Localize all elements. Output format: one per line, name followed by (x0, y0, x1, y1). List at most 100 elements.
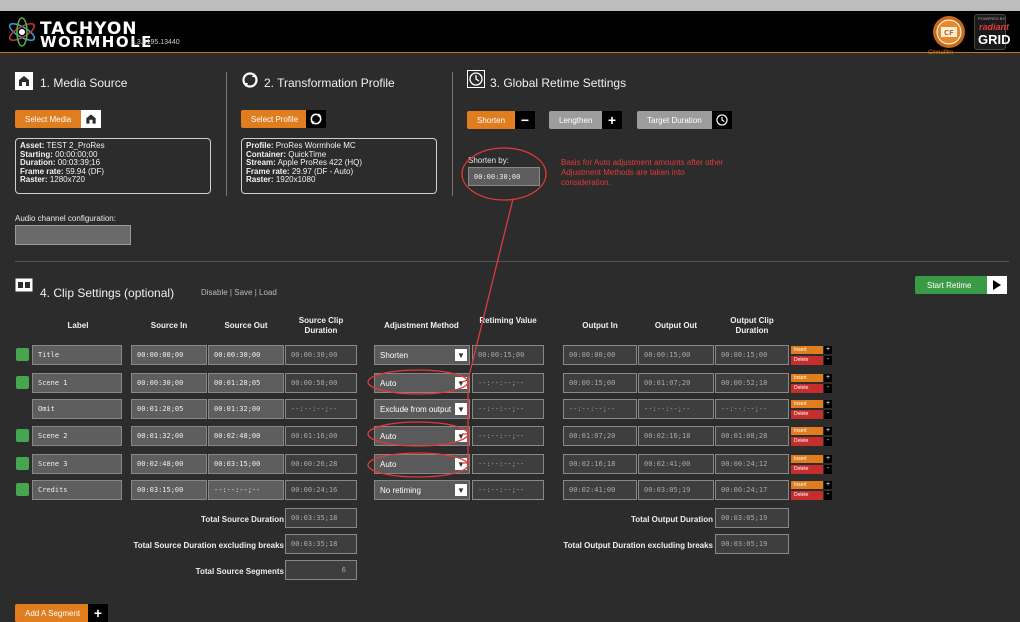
row-retiming-value[interactable]: --:--:--;-- (472, 399, 544, 419)
row-adjustment-select[interactable]: Exclude from output ▼ (374, 399, 470, 419)
row-source-in[interactable]: 00:01:28;05 (131, 399, 207, 419)
row-source-in[interactable]: 00:01:32;00 (131, 426, 207, 446)
row-retiming-value[interactable]: --:--:--;-- (472, 373, 544, 393)
disable-link[interactable]: Disable (201, 288, 228, 297)
row-source-out[interactable]: 00:00:30;00 (208, 345, 284, 365)
row-adjustment-select[interactable]: Auto ▼ (374, 426, 470, 446)
row-retiming-value[interactable]: --:--:--;-- (472, 454, 544, 474)
row-label-input[interactable]: Scene 2 (32, 426, 122, 446)
plus-icon[interactable]: + (824, 481, 832, 489)
row-insert-button[interactable]: Insert (791, 427, 823, 435)
chevron-down-icon: ▼ (455, 484, 467, 496)
row-adjustment-select[interactable]: Auto ▼ (374, 373, 470, 393)
row-label-input[interactable]: Credits (32, 480, 122, 500)
row-enable-checkbox[interactable] (16, 483, 29, 496)
plus-icon: + (88, 604, 108, 622)
row-insert-button[interactable]: Insert (791, 400, 823, 408)
chevron-down-icon: ▼ (455, 458, 467, 470)
row-insert-button[interactable]: Insert (791, 481, 823, 489)
row-enable-checkbox[interactable] (16, 376, 29, 389)
row-label-input[interactable]: Omit (32, 399, 122, 419)
link-separator: | (229, 288, 232, 297)
audio-config-input[interactable] (15, 225, 131, 245)
row-output-out: 00:00:15;00 (638, 345, 714, 365)
target-duration-label: Target Duration (647, 115, 702, 125)
row-source-out[interactable]: 00:01:28;05 (208, 373, 284, 393)
row-output-out: 00:02:41;00 (638, 454, 714, 474)
house-icon (81, 110, 101, 128)
profile-raster-label: Raster: (246, 175, 274, 184)
add-segment-button[interactable]: Add A Segment + (15, 604, 108, 622)
minus-icon[interactable]: - (824, 465, 832, 474)
row-retiming-value[interactable]: --:--:--;-- (472, 426, 544, 446)
minus-icon[interactable]: - (824, 437, 832, 446)
col-source-clip-duration: Source Clip Duration (298, 316, 344, 335)
row-delete-button[interactable]: Delete (791, 356, 823, 365)
row-output-out: 00:02:16;18 (638, 426, 714, 446)
row-enable-checkbox[interactable] (16, 457, 29, 470)
shorten-by-input[interactable]: 00:00:30;00 (468, 167, 540, 186)
row-enable-checkbox[interactable] (16, 348, 29, 361)
play-icon (987, 276, 1007, 294)
row-delete-button[interactable]: Delete (791, 384, 823, 393)
row-label-input[interactable]: Title (32, 345, 122, 365)
row-insert-button[interactable]: Insert (791, 455, 823, 463)
minus-icon[interactable]: - (824, 384, 832, 393)
col-adjustment-method: Adjustment Method (384, 321, 459, 330)
media-raster-label: Raster: (20, 175, 48, 184)
plus-icon[interactable]: + (824, 374, 832, 382)
plus-icon[interactable]: + (824, 400, 832, 408)
plus-icon[interactable]: + (824, 455, 832, 463)
row-insert-button[interactable]: Insert (791, 346, 823, 354)
retime-annotation: Basis for Auto adjustment amounts after … (561, 158, 724, 187)
row-output-in: 00:02:41;00 (563, 480, 637, 500)
row-source-in[interactable]: 00:00:30;00 (131, 373, 207, 393)
row-output-duration: --:--:--;-- (715, 399, 789, 419)
media-source-title: 1. Media Source (40, 76, 128, 90)
minus-icon[interactable]: - (824, 410, 832, 419)
load-link[interactable]: Load (259, 288, 277, 297)
row-delete-button[interactable]: Delete (791, 410, 823, 419)
target-duration-button[interactable]: Target Duration (637, 111, 732, 129)
minus-icon: − (515, 111, 535, 129)
row-source-in[interactable]: 00:02:48;00 (131, 454, 207, 474)
row-delete-button[interactable]: Delete (791, 465, 823, 474)
row-source-out[interactable]: --:--:--;-- (208, 480, 284, 500)
shorten-button[interactable]: Shorten − (467, 111, 535, 129)
row-output-out: 00:01:07;20 (638, 373, 714, 393)
shorten-label: Shorten (477, 115, 506, 125)
select-media-button[interactable]: Select Media (15, 110, 101, 128)
row-adjustment-select[interactable]: Shorten ▼ (374, 345, 470, 365)
lengthen-button[interactable]: Lengthen + (549, 111, 622, 129)
row-source-out[interactable]: 00:02:48;00 (208, 426, 284, 446)
row-output-in: 00:01:07;20 (563, 426, 637, 446)
row-source-duration: 00:00:30;00 (285, 345, 357, 365)
row-adjustment-select[interactable]: Auto ▼ (374, 454, 470, 474)
row-retiming-value[interactable]: 00:00:15;00 (472, 345, 544, 365)
select-profile-button[interactable]: Select Profile (241, 110, 326, 128)
minus-icon[interactable]: - (824, 356, 832, 365)
row-adjustment-select[interactable]: No retiming ▼ (374, 480, 470, 500)
minus-icon[interactable]: - (824, 491, 832, 500)
row-output-duration: 00:00:24;12 (715, 454, 789, 474)
plus-icon[interactable]: + (824, 427, 832, 435)
row-output-in: 00:00:00;00 (563, 345, 637, 365)
row-source-out[interactable]: 00:01:32;00 (208, 399, 284, 419)
row-source-duration: 00:00:58;00 (285, 373, 357, 393)
row-label-input[interactable]: Scene 3 (32, 454, 122, 474)
row-retiming-value[interactable]: --:--:--;-- (472, 480, 544, 500)
radiant-grid-line2: GRID (978, 32, 1011, 47)
row-source-out[interactable]: 00:03:15;00 (208, 454, 284, 474)
plus-icon[interactable]: + (824, 346, 832, 354)
save-link[interactable]: Save (234, 288, 252, 297)
row-label-input[interactable]: Scene 1 (32, 373, 122, 393)
total-source-segments-value: 6 (285, 560, 357, 580)
row-insert-button[interactable]: Insert (791, 374, 823, 382)
row-source-in[interactable]: 00:00:00;00 (131, 345, 207, 365)
start-retime-button[interactable]: Start Retime (915, 276, 1007, 294)
row-source-in[interactable]: 00:03:15;00 (131, 480, 207, 500)
row-delete-button[interactable]: Delete (791, 437, 823, 446)
row-delete-button[interactable]: Delete (791, 491, 823, 500)
chevron-down-icon: ▼ (455, 430, 467, 442)
row-enable-checkbox[interactable] (16, 429, 29, 442)
